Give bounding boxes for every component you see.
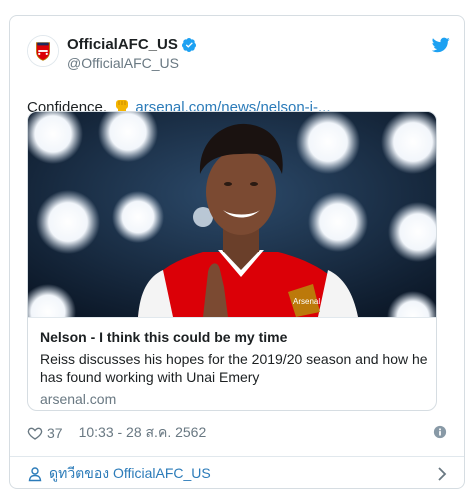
like-count[interactable]: 37 [47, 425, 63, 441]
view-profile-label[interactable]: ดูทวีตของ OfficialAFC_US [49, 463, 211, 485]
card-description: Reiss discusses his hopes for the 2019/2… [40, 351, 428, 385]
player-photo: Arsenal [28, 112, 436, 317]
card-title[interactable]: Nelson - I think this could be my time [40, 328, 426, 346]
card-body[interactable]: Nelson - I think this could be my time R… [28, 317, 436, 410]
tweet-header: OfficialAFC_US @OfficialAFC_US [27, 35, 450, 75]
handle[interactable]: @OfficialAFC_US [67, 54, 197, 72]
chevron-right-icon [438, 467, 447, 481]
svg-text:Arsenal: Arsenal [293, 297, 320, 306]
tweet-meta: 37 10:33 - 28 ส.ค. 2562 [27, 423, 447, 443]
heart-icon[interactable] [27, 425, 43, 441]
tweet-author: OfficialAFC_US @OfficialAFC_US [67, 36, 197, 72]
twitter-bird-icon[interactable] [432, 37, 450, 53]
avatar[interactable] [27, 35, 59, 67]
info-icon[interactable] [433, 425, 447, 439]
card-image[interactable]: Arsenal [28, 112, 436, 317]
embedded-tweet: OfficialAFC_US @OfficialAFC_US Confidenc… [9, 15, 465, 489]
view-profile-link[interactable]: ดูทวีตของ OfficialAFC_US [27, 459, 447, 489]
divider [10, 456, 464, 457]
person-icon [28, 467, 42, 482]
timestamp[interactable]: 10:33 - 28 ส.ค. 2562 [79, 422, 207, 444]
card-domain: arsenal.com [40, 391, 117, 407]
display-name[interactable]: OfficialAFC_US [67, 36, 178, 54]
arsenal-crest-icon [28, 36, 58, 66]
verified-badge-icon [181, 38, 196, 52]
link-card[interactable]: Arsenal Nelson - I think this could be m… [27, 111, 437, 411]
